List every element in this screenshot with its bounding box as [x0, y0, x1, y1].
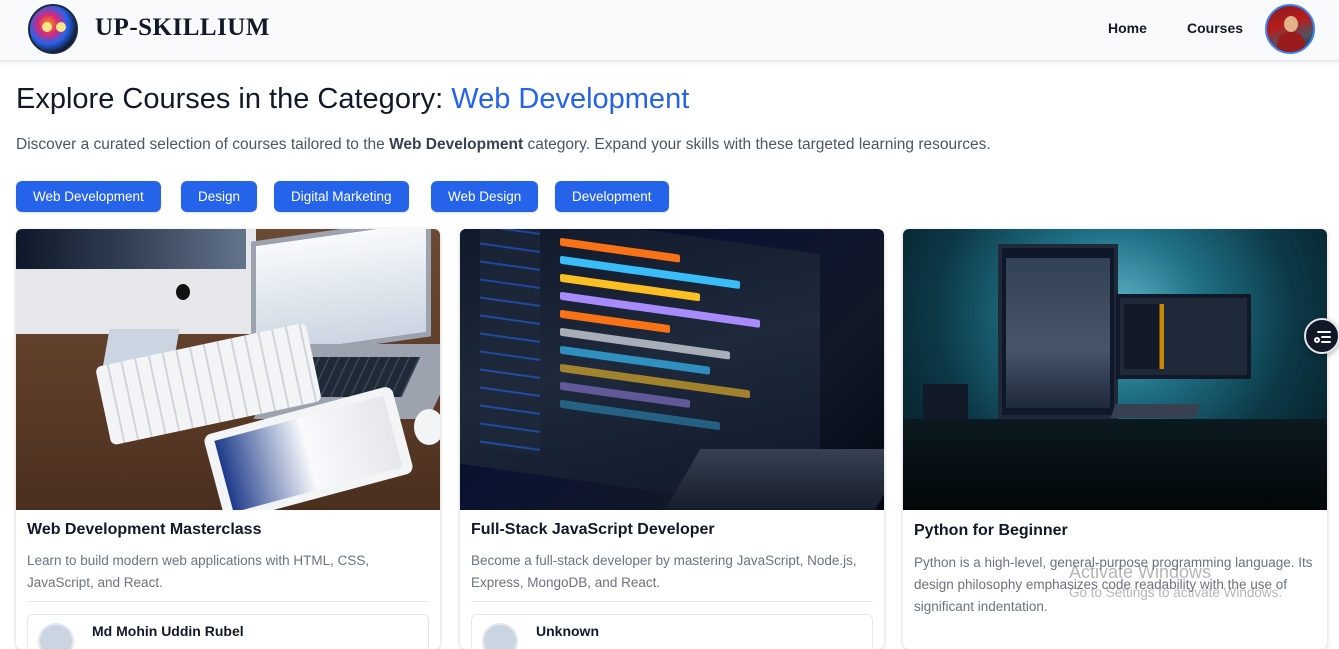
- floating-menu-button[interactable]: [1304, 318, 1339, 354]
- instructor-info: Md Mohin Uddin Rubel: [27, 614, 429, 649]
- instructor-name: Md Mohin Uddin Rubel: [92, 623, 244, 639]
- instructor-name: Unknown: [536, 623, 599, 639]
- description-category: Web Development: [389, 136, 524, 153]
- divider: [471, 601, 873, 602]
- navbar: UP-SKILLIUM Home Courses: [0, 0, 1339, 61]
- category-chip-design[interactable]: Design: [181, 181, 258, 212]
- description-text-end: category. Expand your skills with these …: [523, 136, 991, 153]
- instructor-info: Unknown: [471, 614, 873, 649]
- category-chip-development[interactable]: Development: [555, 181, 669, 212]
- description-text: Discover a curated selection of courses …: [16, 136, 390, 153]
- course-image[interactable]: [903, 229, 1327, 510]
- instructor-avatar: [482, 623, 518, 649]
- nav-link-courses[interactable]: Courses: [1187, 20, 1243, 36]
- instructor-avatar: [38, 623, 74, 649]
- course-description: Learn to build modern web applications w…: [27, 553, 370, 590]
- menu-lines-icon: [1317, 331, 1331, 333]
- logo[interactable]: [28, 4, 78, 54]
- nav-link-home[interactable]: Home: [1108, 20, 1147, 36]
- course-card[interactable]: Web Development Masterclass Learn to bui…: [16, 229, 440, 649]
- brand-name[interactable]: UP-SKILLIUM: [95, 14, 270, 42]
- page-title-prefix: Explore Courses in the Category:: [16, 83, 452, 115]
- course-description: Python is a high-level, general-purpose …: [914, 555, 1313, 614]
- course-card[interactable]: Full-Stack JavaScript Developer Become a…: [460, 229, 884, 649]
- course-title[interactable]: Python for Beginner: [914, 522, 1068, 540]
- page-description: Discover a curated selection of courses …: [16, 136, 991, 154]
- divider: [27, 601, 429, 602]
- course-title[interactable]: Full-Stack JavaScript Developer: [471, 521, 715, 539]
- course-image[interactable]: [16, 229, 440, 510]
- course-description: Become a full-stack developer by masteri…: [471, 553, 857, 590]
- page-title-category: Web Development: [451, 83, 690, 115]
- category-chip-web-development[interactable]: Web Development: [16, 181, 161, 212]
- page-title: Explore Courses in the Category: Web Dev…: [16, 83, 689, 116]
- category-chip-web-design[interactable]: Web Design: [431, 181, 539, 212]
- course-card[interactable]: Python for Beginner Python is a high-lev…: [903, 229, 1327, 649]
- course-image[interactable]: [460, 229, 884, 510]
- user-avatar[interactable]: [1265, 4, 1315, 54]
- category-chip-digital-marketing[interactable]: Digital Marketing: [274, 181, 409, 212]
- course-title[interactable]: Web Development Masterclass: [27, 521, 261, 539]
